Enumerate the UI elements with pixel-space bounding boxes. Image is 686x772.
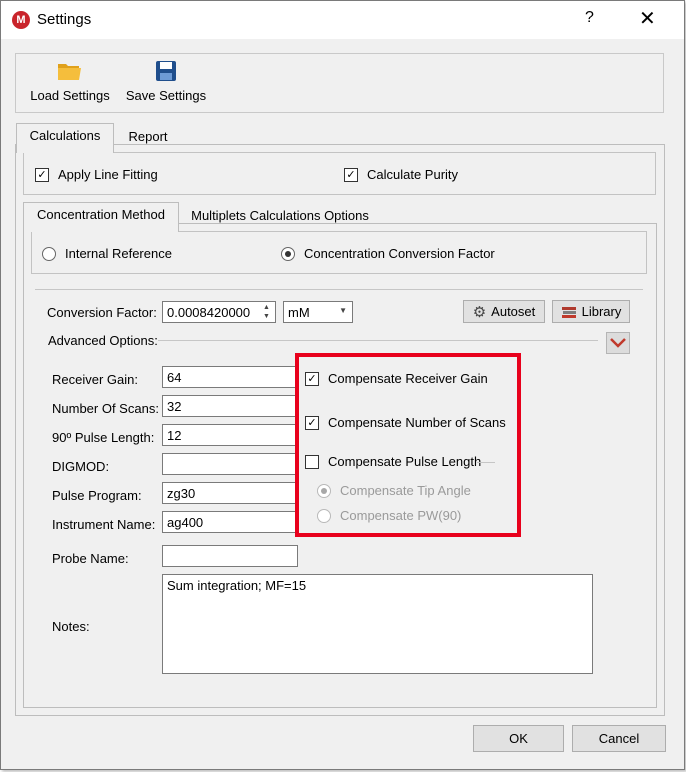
title-bar: M Settings ? ✕ — [1, 1, 684, 39]
instrument-name-label: Instrument Name: — [52, 517, 156, 532]
load-settings-button[interactable]: Load Settings — [28, 60, 112, 103]
gear-icon: ⚙ — [472, 303, 487, 321]
receiver-gain-input[interactable]: 64 — [162, 366, 298, 388]
help-button[interactable]: ? — [585, 9, 594, 27]
pulse-program-label: Pulse Program: — [52, 488, 142, 503]
conversion-factor-spinbox[interactable]: 0.0008420000 — [162, 301, 276, 323]
toolbar: Load Settings Save Settings — [15, 53, 664, 113]
pulse-program-input[interactable]: zg30 — [162, 482, 298, 504]
notes-textarea[interactable]: Sum integration; MF=15 — [162, 574, 593, 674]
close-button[interactable]: ✕ — [639, 6, 656, 31]
advanced-options-label: Advanced Options: — [48, 333, 158, 348]
expand-advanced-button[interactable] — [606, 332, 630, 354]
floppy-disk-icon — [156, 61, 176, 81]
library-label: Library — [581, 304, 622, 319]
apply-line-fitting-checkbox[interactable]: ✓ Apply Line Fitting — [35, 167, 158, 182]
spin-arrows-icon[interactable]: ▲ ▼ — [263, 303, 270, 321]
tab-concentration-method[interactable]: Concentration Method — [23, 202, 179, 232]
cancel-button[interactable]: Cancel — [572, 725, 666, 752]
advanced-options-divider — [158, 340, 598, 341]
ok-button[interactable]: OK — [473, 725, 564, 752]
receiver-gain-label: Receiver Gain: — [52, 372, 138, 387]
number-of-scans-input[interactable]: 32 — [162, 395, 298, 417]
receiver-gain-value: 64 — [167, 370, 182, 385]
pulse-program-value: zg30 — [167, 486, 196, 501]
tab-calculations[interactable]: Calculations — [16, 123, 114, 153]
autoset-label: Autoset — [491, 304, 536, 319]
internal-reference-label: Internal Reference — [65, 246, 172, 261]
checkbox-checked-icon: ✓ — [344, 167, 358, 182]
calculate-purity-label: Calculate Purity — [367, 167, 459, 182]
radio-unselected-icon — [42, 246, 56, 261]
number-of-scans-value: 32 — [167, 399, 182, 414]
probe-name-label: Probe Name: — [52, 551, 129, 566]
conversion-factor-value: 0.0008420000 — [167, 305, 251, 320]
chevron-down-icon — [610, 338, 626, 348]
divider — [35, 289, 643, 290]
concentration-conversion-factor-radio[interactable]: Concentration Conversion Factor — [281, 246, 495, 261]
autoset-button[interactable]: ⚙ Autoset — [463, 300, 545, 323]
pulse-length-input[interactable]: 12 — [162, 424, 298, 446]
unit-dropdown[interactable]: mM ▼ — [283, 301, 353, 323]
calculate-purity-checkbox[interactable]: ✓ Calculate Purity — [344, 167, 458, 182]
pulse-length-value: 12 — [167, 428, 182, 443]
save-settings-label: Save Settings — [125, 88, 207, 103]
chevron-down-icon: ▼ — [339, 306, 347, 315]
pulse-length-label: 90º Pulse Length: — [52, 430, 155, 445]
folder-icon — [58, 64, 81, 80]
conversion-factor-label: Conversion Factor: — [47, 305, 157, 320]
radio-selected-icon — [281, 246, 295, 261]
save-settings-button[interactable]: Save Settings — [124, 60, 208, 103]
instrument-name-input[interactable]: ag400 — [162, 511, 298, 533]
number-of-scans-label: Number Of Scans: — [52, 401, 159, 416]
apply-line-fitting-label: Apply Line Fitting — [58, 167, 158, 182]
instrument-name-value: ag400 — [167, 515, 204, 530]
notes-label: Notes: — [52, 619, 90, 634]
app-logo-icon: M — [12, 11, 30, 29]
books-icon — [561, 306, 576, 318]
digmod-label: DIGMOD: — [52, 459, 110, 474]
digmod-input[interactable] — [162, 453, 298, 475]
unit-value: mM — [288, 305, 310, 320]
internal-reference-radio[interactable]: Internal Reference — [42, 246, 172, 261]
notes-value: Sum integration; MF=15 — [167, 578, 307, 593]
library-button[interactable]: Library — [552, 300, 630, 323]
highlight-box — [295, 353, 521, 537]
concentration-conversion-factor-label: Concentration Conversion Factor — [304, 246, 495, 261]
load-settings-label: Load Settings — [30, 88, 110, 103]
checkbox-checked-icon: ✓ — [35, 167, 49, 182]
probe-name-input[interactable] — [162, 545, 298, 567]
window-title: Settings — [37, 11, 92, 28]
settings-dialog: M Settings ? ✕ Load Settings Save Settin… — [0, 0, 685, 770]
